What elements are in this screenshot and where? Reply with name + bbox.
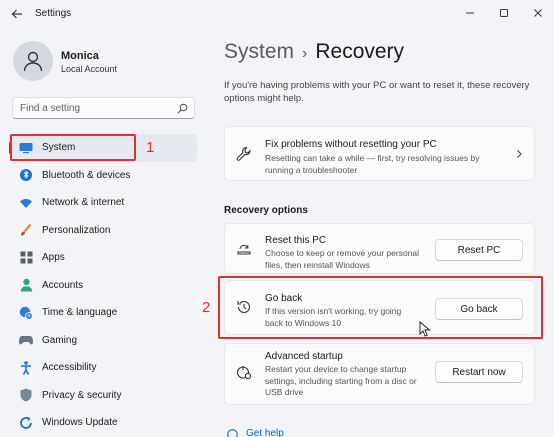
intro-text: If you're having problems with your PC o…: [224, 80, 530, 104]
maximize-icon: [500, 9, 508, 17]
breadcrumb-separator: ›: [302, 45, 308, 62]
search-icon[interactable]: [177, 103, 188, 114]
settings-window: Settings Monica Local Account Find a set…: [0, 0, 554, 437]
brush-icon: [19, 223, 33, 237]
gamepad-icon: [19, 333, 33, 347]
sidebar-item-label: Privacy & security: [42, 389, 122, 401]
sidebar-item-accessibility[interactable]: Accessibility: [9, 354, 197, 382]
accessibility-icon: [19, 360, 33, 375]
sidebar-item-time-language[interactable]: Time & language: [9, 299, 197, 327]
sidebar-item-network[interactable]: Network & internet: [9, 189, 197, 217]
annotation-box-1: [10, 134, 136, 161]
get-help-link[interactable]: Get help: [246, 428, 284, 437]
annotation-label-1: 1: [146, 139, 155, 156]
sidebar-item-label: Accounts: [42, 279, 84, 291]
search-box[interactable]: [12, 97, 195, 119]
breadcrumb: System › Recovery: [224, 40, 404, 64]
wifi-icon: [19, 196, 33, 210]
user-name: Monica: [61, 50, 99, 62]
sidebar-item-privacy-security[interactable]: Privacy & security: [9, 382, 197, 410]
sidebar-item-label: Network & internet: [42, 197, 125, 209]
shield-icon: [19, 388, 33, 402]
wrench-icon: [236, 146, 252, 162]
sidebar-item-personalization[interactable]: Personalization: [9, 217, 197, 245]
chevron-right-icon: [517, 150, 522, 158]
reset-pc-icon: [236, 240, 252, 256]
sidebar-item-label: Gaming: [42, 334, 78, 346]
recovery-options-heading: Recovery options: [224, 205, 308, 216]
reset-pc-button[interactable]: Reset PC: [435, 239, 523, 261]
sidebar-nav: System Bluetooth & devices Network & int…: [9, 134, 197, 437]
advanced-startup-card: Advanced startup Restart your device to …: [224, 343, 535, 405]
maximize-button[interactable]: [492, 4, 516, 22]
minimize-icon: [466, 12, 474, 14]
sidebar-item-label: Bluetooth & devices: [42, 169, 131, 181]
advanced-startup-icon: [236, 364, 252, 380]
restart-now-button[interactable]: Restart now: [435, 361, 523, 383]
reset-pc-title: Reset this PC: [265, 235, 327, 246]
annotation-box-2: [218, 276, 543, 339]
sidebar-item-apps[interactable]: Apps: [9, 244, 197, 272]
person-icon: [19, 278, 33, 292]
update-icon: [19, 416, 33, 430]
sidebar-item-label: Windows Update: [42, 417, 118, 429]
app-title: Settings: [35, 8, 72, 19]
title-bar: Settings: [0, 0, 554, 28]
close-button[interactable]: [526, 4, 550, 22]
close-icon: [534, 9, 542, 17]
search-input[interactable]: [20, 101, 170, 115]
reset-pc-description: Choose to keep or remove your personal f…: [265, 248, 420, 270]
fix-problems-description: Resetting can take a while — first, try …: [265, 153, 480, 175]
advanced-startup-description: Restart your device to change startup se…: [265, 364, 417, 397]
sidebar-item-label: Accessibility: [42, 362, 97, 374]
page-title: Recovery: [315, 40, 405, 63]
back-arrow-icon[interactable]: [10, 7, 24, 21]
person-icon: [23, 51, 43, 72]
avatar[interactable]: [13, 41, 53, 81]
help-icon: [227, 429, 238, 437]
mouse-cursor-icon: [419, 321, 431, 337]
globe-clock-icon: [19, 306, 33, 320]
sidebar-item-gaming[interactable]: Gaming: [9, 327, 197, 355]
reset-pc-card: Reset this PC Choose to keep or remove y…: [224, 223, 535, 274]
fix-problems-card[interactable]: Fix problems without resetting your PC R…: [224, 126, 535, 181]
sidebar-item-label: Apps: [42, 252, 65, 264]
advanced-startup-title: Advanced startup: [265, 351, 343, 362]
sidebar-item-label: Personalization: [42, 224, 111, 236]
breadcrumb-parent[interactable]: System: [224, 40, 294, 63]
account-type: Local Account: [61, 64, 118, 74]
minimize-button[interactable]: [458, 4, 482, 22]
bluetooth-icon: [19, 168, 33, 182]
sidebar-item-windows-update[interactable]: Windows Update: [9, 409, 197, 437]
sidebar-item-label: Time & language: [42, 307, 118, 319]
apps-icon: [19, 251, 33, 265]
sidebar-item-accounts[interactable]: Accounts: [9, 272, 197, 300]
annotation-label-2: 2: [202, 299, 211, 316]
sidebar-item-bluetooth[interactable]: Bluetooth & devices: [9, 162, 197, 190]
fix-problems-title: Fix problems without resetting your PC: [265, 139, 437, 150]
